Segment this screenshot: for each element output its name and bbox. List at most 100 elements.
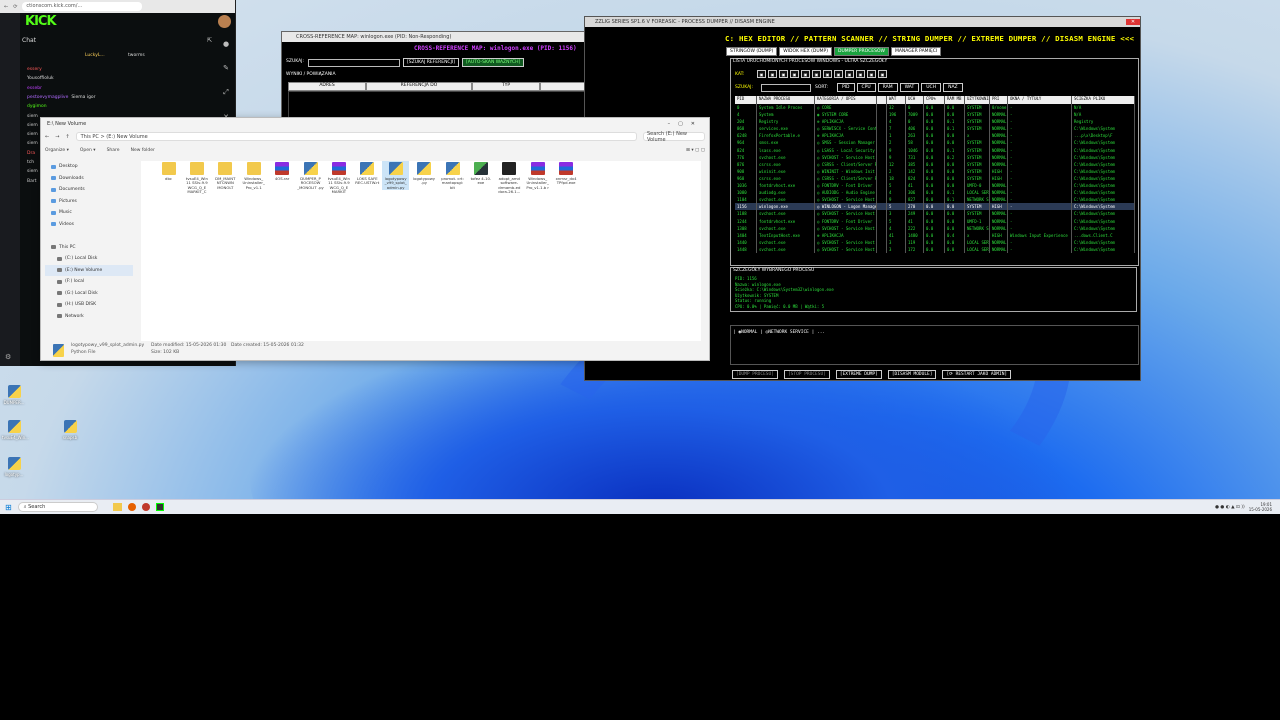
- table-row[interactable]: 1156 winlogon.exe ◎ WINLOGON - Logon Manag…: [735, 203, 1135, 211]
- nav-item[interactable]: Documents: [45, 184, 133, 196]
- desktop-icon-python[interactable]: tvsuE4_Win...: [2, 420, 29, 440]
- file-item[interactable]: logotypowy .py: [411, 161, 438, 186]
- table-row[interactable]: 908 wininit.exe ◎ WININIT - Windows Init 2 1…: [735, 167, 1135, 175]
- address-bar[interactable]: This PC > (E:) New Volume: [75, 132, 637, 141]
- table-row[interactable]: 1104 svchost.exe ◎ SVCHOST - Service Host 9…: [735, 196, 1135, 204]
- table-row[interactable]: 1036 fontdrvhost.exe ◎ FONTDRV - Font Driv…: [735, 182, 1135, 190]
- category-filter-icon[interactable]: ▣: [856, 70, 865, 78]
- file-item[interactable]: adopt_amd software- drmamb-ed dora-26.1.…: [496, 161, 523, 195]
- chat-top-other[interactable]: tworms: [128, 53, 145, 58]
- desktop-icon-python[interactable]: DUMPER...: [2, 385, 26, 405]
- firefox-taskbar-icon[interactable]: [127, 503, 136, 511]
- chat-username[interactable]: Dra: [27, 151, 35, 156]
- column-header[interactable]: WAT: [887, 96, 906, 104]
- chat-username[interactable]: essebr: [27, 86, 42, 91]
- sort-button-5[interactable]: NAZ: [943, 83, 963, 92]
- column-header[interactable]: PRI: [990, 96, 1008, 104]
- tab-2[interactable]: DUMPER PROCESÓW: [833, 47, 889, 56]
- sort-button-0[interactable]: PID: [837, 83, 855, 92]
- table-row[interactable]: 1188 svchost.exe ◎ SVCHOST - Service Host 3…: [735, 210, 1135, 218]
- nav-item[interactable]: Network: [45, 311, 133, 323]
- tab-1[interactable]: WIDOK HEX (DUMP): [779, 47, 832, 56]
- sort-button-3[interactable]: WAT: [899, 83, 920, 92]
- start-icon[interactable]: ⊞: [5, 503, 12, 512]
- column-header[interactable]: [877, 96, 887, 104]
- chat-username[interactable]: Bart: [27, 179, 36, 184]
- sort-button-4[interactable]: UCH: [921, 83, 942, 92]
- nav-item[interactable]: (H:) USB DISK: [45, 299, 133, 311]
- table-row[interactable]: 968 csrss.exe ◎ CSRSS - Client/Server Ru 18…: [735, 174, 1135, 183]
- avatar[interactable]: [218, 15, 231, 28]
- command-1[interactable]: Open ▾: [80, 148, 96, 153]
- column-header[interactable]: UCH: [906, 96, 924, 104]
- sort-button-2[interactable]: RAM: [877, 83, 898, 92]
- desktop-icon-python[interactable]: snapsb: [58, 420, 82, 440]
- table-row[interactable]: 868 services.exe ◎ SERWISCX - Service Cont…: [735, 125, 1135, 133]
- record-icon[interactable]: ●: [223, 40, 229, 48]
- back-icon[interactable]: ←: [45, 134, 49, 140]
- up-icon[interactable]: ↑: [65, 134, 69, 140]
- search-input[interactable]: [761, 84, 811, 92]
- chat-top-user[interactable]: LuckyL...: [85, 53, 105, 58]
- nav-item[interactable]: (C:) Local Disk: [45, 253, 133, 265]
- file-item[interactable]: Windows_ Uninstaller_ Pro_v1.1: [240, 161, 267, 190]
- category-filter-icon[interactable]: ▣: [878, 70, 887, 78]
- back-icon[interactable]: ←: [4, 4, 8, 10]
- file-item[interactable]: tofez 4-10. exe: [467, 161, 494, 186]
- auto-scan-button[interactable]: [AUTO-SKAN WAŻNYCH]: [462, 58, 525, 67]
- table-row[interactable]: 964 smss.exe ◎ SMSS - Session Manager 2 58 0.…: [735, 139, 1135, 147]
- view-options-icon[interactable]: ⊞ ▾ ▢ ▢: [686, 148, 705, 153]
- command-0[interactable]: Organize ▾: [45, 148, 69, 153]
- table-row[interactable]: 1448 svchost.exe ◎ SVCHOST - Service Host 3…: [735, 245, 1135, 253]
- file-item[interactable]: logotypowy _v99_splot_ admin.py: [382, 161, 410, 191]
- file-explorer-taskbar-icon[interactable]: [112, 503, 122, 511]
- expand-icon[interactable]: ⤢: [223, 88, 229, 97]
- chat-username[interactable]: siem: [27, 141, 38, 146]
- chat-username[interactable]: siem: [27, 123, 38, 128]
- popout-icon[interactable]: ⇱: [207, 37, 212, 48]
- table-row[interactable]: 1440 svchost.exe ◎ SVCHOST - Service Host 3…: [735, 238, 1135, 246]
- table-row[interactable]: 824 lsass.exe ◎ LSASS - Local Security Au 9…: [735, 146, 1135, 154]
- category-filter-icon[interactable]: ▣: [845, 70, 854, 78]
- file-item[interactable]: LOKS SAFE REC.USTW.rt: [354, 161, 381, 186]
- command-2[interactable]: Share: [107, 148, 120, 153]
- table-row[interactable]: 1404 TextInputHost.exe ⊕ APLIKACJA 41 1480 0.…: [735, 231, 1135, 239]
- category-filter-icon[interactable]: ▣: [801, 70, 810, 78]
- terminal-taskbar-icon[interactable]: [155, 503, 164, 511]
- column-header[interactable]: OKNA / TYTUŁY: [1008, 96, 1072, 104]
- file-item[interactable]: tvsuE4_Win 11 SSIv-9.9 WCG_Q_E MARKIT_C: [183, 161, 210, 195]
- search-input[interactable]: [308, 59, 400, 67]
- column-header[interactable]: CPU%: [924, 96, 945, 104]
- table-row[interactable]: 1308 svchost.exe ◎ SVCHOST - Service Host 4…: [735, 224, 1135, 232]
- nav-item[interactable]: Downloads: [45, 173, 133, 185]
- chat-username[interactable]: siem: [27, 114, 38, 119]
- nav-item[interactable]: Pictures: [45, 196, 133, 208]
- category-filter-icon[interactable]: ▣: [823, 70, 832, 78]
- nav-item[interactable]: Music: [45, 207, 133, 219]
- category-filter-icon[interactable]: ▣: [768, 70, 777, 78]
- table-row[interactable]: 4 System ◉ SYSTEM CORE 196 7009 0.0 0.0 SYSTEM N…: [735, 111, 1135, 119]
- action-button-0[interactable]: [DUMP PROCESU]: [732, 370, 778, 379]
- search-references-button[interactable]: [SZUKAJ REFERENCJI]: [403, 58, 459, 67]
- category-filter-icon[interactable]: ▣: [867, 70, 876, 78]
- table-row[interactable]: 776 svchost.exe ◎ SVCHOST - Service Host 9 7…: [735, 153, 1135, 161]
- chat-username[interactable]: tch: [27, 160, 34, 165]
- file-item[interactable]: DM_MAINT NTCNWN MONOLT: [212, 161, 239, 190]
- nav-item[interactable]: (E:) New Volume: [45, 264, 133, 276]
- category-filter-icon[interactable]: ▣: [812, 70, 821, 78]
- window-controls[interactable]: –▢✕: [668, 121, 703, 127]
- chat-username[interactable]: Yousoffioluk: [27, 76, 54, 81]
- chat-username[interactable]: essery: [27, 67, 42, 72]
- chat-username[interactable]: siem: [27, 169, 38, 174]
- tab-0[interactable]: STRINGÓW (DUMP): [726, 47, 778, 56]
- close-icon[interactable]: ✕: [1126, 19, 1140, 25]
- clock[interactable]: 19:01 15-05-2026: [1249, 502, 1272, 512]
- file-item[interactable]: xnmsr_dx4 TPfpd.exe: [553, 161, 580, 186]
- sort-button-1[interactable]: CPU: [856, 83, 876, 92]
- forward-icon[interactable]: →: [55, 134, 59, 140]
- app-taskbar-icon[interactable]: [141, 503, 150, 511]
- file-item[interactable]: DUMPER_P ROCESOW _MONOLIT .py: [297, 161, 324, 190]
- table-row[interactable]: 1244 fontdrvhost.exe ◎ FONTDRV - Font Driv…: [735, 217, 1135, 225]
- file-item[interactable]: dbc: [155, 161, 182, 181]
- address-bar[interactable]: ctionscom.kick.com/...: [22, 2, 143, 11]
